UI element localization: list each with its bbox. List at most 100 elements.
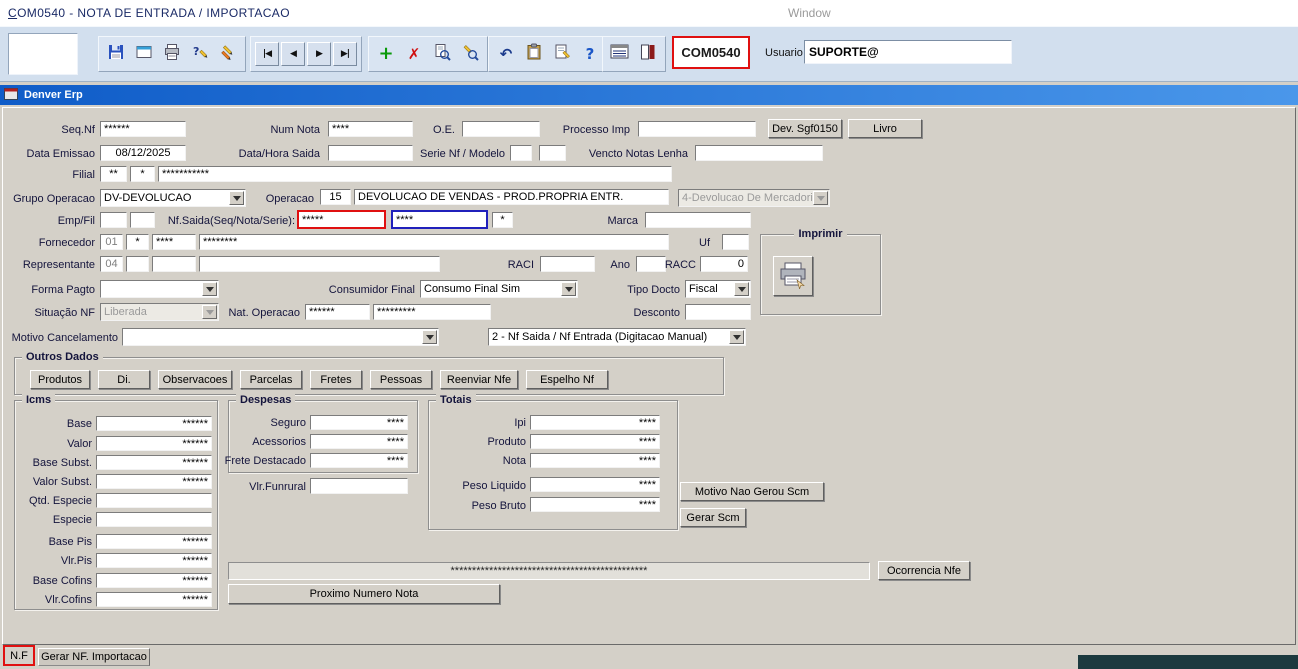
chevron-down-icon[interactable] <box>729 330 744 344</box>
help-button[interactable]: ? <box>577 40 603 68</box>
serie-nf-input[interactable] <box>510 145 532 161</box>
fornecedor-emp-input[interactable] <box>100 234 123 250</box>
help-edit-button[interactable]: ? <box>187 40 213 68</box>
data-hora-saida-input[interactable] <box>328 145 413 161</box>
espelho-nf-button[interactable]: Espelho Nf <box>526 370 608 389</box>
add-record-button[interactable]: + <box>373 40 399 68</box>
operacao-descricao-input[interactable] <box>354 189 669 205</box>
peso-liquido-input[interactable] <box>530 477 660 492</box>
processo-imp-input[interactable] <box>638 121 756 137</box>
motivo-cancelamento-dropdown[interactable] <box>122 328 439 346</box>
usuario-input[interactable] <box>804 40 1012 64</box>
nav-prev-button[interactable]: ◀ <box>281 42 305 66</box>
tab-nf[interactable]: N.F <box>3 645 35 666</box>
icms-valor-input[interactable] <box>96 436 212 451</box>
acessorios-input[interactable] <box>310 434 408 449</box>
racc-input[interactable] <box>700 256 748 272</box>
reenviar-nfe-button[interactable]: Reenviar Nfe <box>440 370 518 389</box>
produtos-button[interactable]: Produtos <box>30 370 90 389</box>
nf-saida-serie-input[interactable] <box>492 212 513 228</box>
chevron-down-icon[interactable] <box>422 330 437 344</box>
marca-input[interactable] <box>645 212 751 228</box>
chevron-down-icon[interactable] <box>561 282 576 296</box>
undo-button[interactable]: ↶ <box>493 40 519 68</box>
vlr-cofins-input[interactable] <box>96 592 212 607</box>
frete-destacado-input[interactable] <box>310 453 408 468</box>
modelo-input[interactable] <box>539 145 566 161</box>
raci-input[interactable] <box>540 256 595 272</box>
icms-valor-subst-input[interactable] <box>96 474 212 489</box>
menu-button[interactable] <box>607 40 633 68</box>
seguro-input[interactable] <box>310 415 408 430</box>
chevron-down-icon[interactable] <box>202 282 217 296</box>
base-pis-input[interactable] <box>96 534 212 549</box>
nf-saida-seq-input[interactable] <box>297 210 386 229</box>
operacao-codigo-input[interactable] <box>320 189 351 205</box>
paste-button[interactable] <box>521 40 547 68</box>
filial-fil-input[interactable] <box>130 166 155 182</box>
icms-base-subst-input[interactable] <box>96 455 212 470</box>
search-form-button[interactable] <box>429 40 455 68</box>
livro-button[interactable]: Livro <box>848 119 922 138</box>
nota-input[interactable] <box>530 453 660 468</box>
seq-nf-input[interactable] <box>100 121 186 137</box>
window-button[interactable] <box>131 40 157 68</box>
produto-input[interactable] <box>530 434 660 449</box>
vlr-funrural-input[interactable] <box>310 478 408 494</box>
gerar-scm-button[interactable]: Gerar Scm <box>680 508 746 527</box>
uf-input[interactable] <box>722 234 749 250</box>
ocorrencia-nfe-button[interactable]: Ocorrencia Nfe <box>878 561 970 580</box>
chevron-down-icon[interactable] <box>734 282 749 296</box>
di-button[interactable]: Di. <box>98 370 150 389</box>
exit-button[interactable] <box>635 40 661 68</box>
vlr-pis-input[interactable] <box>96 553 212 568</box>
dev-sgf0150-button[interactable]: Dev. Sgf0150 <box>768 119 842 138</box>
icms-base-input[interactable] <box>96 416 212 431</box>
nf-saida-nota-input[interactable] <box>391 210 488 229</box>
search-edit-button[interactable] <box>457 40 483 68</box>
proximo-numero-nota-button[interactable]: Proximo Numero Nota <box>228 584 500 604</box>
parcelas-button[interactable]: Parcelas <box>240 370 302 389</box>
fornecedor-nome-input[interactable] <box>199 234 669 250</box>
nf-digitacao-dropdown[interactable]: 2 - Nf Saida / Nf Entrada (Digitacao Man… <box>488 328 746 346</box>
filial-emp-input[interactable] <box>100 166 127 182</box>
peso-bruto-input[interactable] <box>530 497 660 512</box>
representante-fil-input[interactable] <box>126 256 149 272</box>
representante-codigo-input[interactable] <box>152 256 196 272</box>
desconto-input[interactable] <box>685 304 751 320</box>
observacoes-button[interactable]: Observacoes <box>158 370 232 389</box>
fil-input[interactable] <box>130 212 155 228</box>
nav-first-button[interactable]: |◀ <box>255 42 279 66</box>
consumidor-final-dropdown[interactable]: Consumo Final Sim <box>420 280 578 298</box>
edit-button[interactable] <box>215 40 241 68</box>
delete-record-button[interactable]: ✗ <box>401 40 427 68</box>
oe-input[interactable] <box>462 121 540 137</box>
nav-last-button[interactable]: ▶| <box>333 42 357 66</box>
vencto-notas-lenha-input[interactable] <box>695 145 823 161</box>
nav-next-button[interactable]: ▶ <box>307 42 331 66</box>
filial-nome-input[interactable] <box>158 166 672 182</box>
nat-operacao-descricao-input[interactable] <box>373 304 491 320</box>
emp-input[interactable] <box>100 212 127 228</box>
imprimir-button[interactable] <box>773 256 813 296</box>
print-button[interactable] <box>159 40 185 68</box>
representante-emp-input[interactable] <box>100 256 123 272</box>
base-cofins-input[interactable] <box>96 573 212 588</box>
icms-especie-input[interactable] <box>96 512 212 527</box>
motivo-nao-gerou-scm-button[interactable]: Motivo Nao Gerou Scm <box>680 482 824 501</box>
icms-qtd-especie-input[interactable] <box>96 493 212 508</box>
pessoas-button[interactable]: Pessoas <box>370 370 432 389</box>
representante-nome-input[interactable] <box>199 256 440 272</box>
tipo-docto-dropdown[interactable]: Fiscal <box>685 280 751 298</box>
fornecedor-codigo-input[interactable] <box>152 234 196 250</box>
fornecedor-fil-input[interactable] <box>126 234 149 250</box>
data-emissao-input[interactable] <box>100 145 186 161</box>
nat-operacao-codigo-input[interactable] <box>305 304 370 320</box>
tab-gerar-nf-importacao[interactable]: Gerar NF. Importacao <box>38 648 150 666</box>
grupo-operacao-dropdown[interactable]: DV-DEVOLUCAO <box>100 189 246 207</box>
ipi-input[interactable] <box>530 415 660 430</box>
fretes-button[interactable]: Fretes <box>310 370 362 389</box>
chevron-down-icon[interactable] <box>229 191 244 205</box>
save-button[interactable] <box>103 40 129 68</box>
form-edit-button[interactable] <box>549 40 575 68</box>
